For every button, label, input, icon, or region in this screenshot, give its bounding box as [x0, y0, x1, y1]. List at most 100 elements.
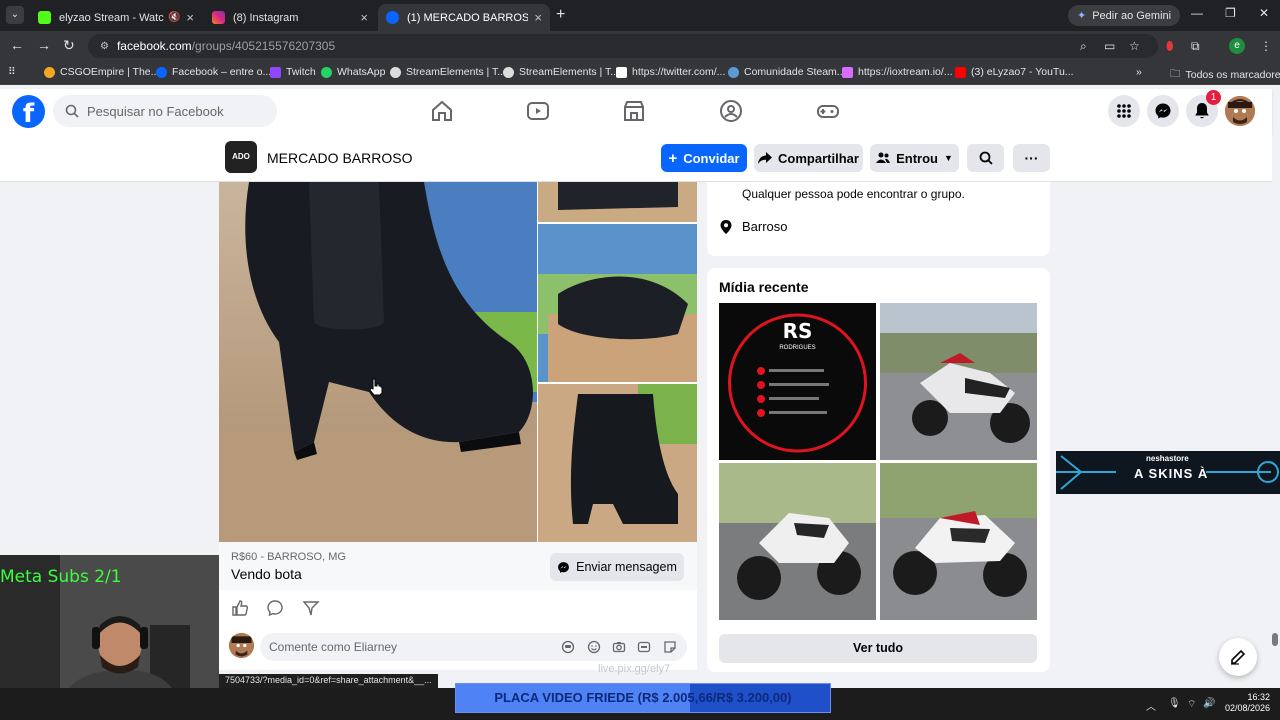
gaming-icon[interactable]: [816, 99, 840, 123]
apps-grid-icon[interactable]: ⠿: [8, 66, 16, 78]
avatar-sticker-icon[interactable]: [561, 640, 575, 654]
tab-close-icon[interactable]: ×: [360, 10, 368, 25]
tab-close-icon[interactable]: ×: [534, 10, 542, 25]
invite-button[interactable]: + Convidar: [661, 144, 747, 172]
send-message-button[interactable]: Enviar mensagem: [550, 553, 684, 581]
home-icon[interactable]: [430, 99, 454, 123]
speaker-icon[interactable]: 🔊: [1203, 698, 1215, 709]
media-thumb-promo[interactable]: RS RODRIGUES: [719, 303, 876, 460]
tab-close-icon[interactable]: ×: [186, 10, 194, 25]
camera-icon[interactable]: [612, 640, 626, 654]
caret-down-icon: ▼: [943, 153, 953, 163]
promo-flyer-image: RS RODRIGUES: [719, 303, 876, 460]
bookmark-label: https://ioxtream.io/...: [858, 66, 953, 78]
bookmark-ioxtream[interactable]: https://ioxtream.io/...: [842, 66, 953, 78]
minimize-icon[interactable]: —: [1191, 6, 1203, 20]
group-search-button[interactable]: [967, 144, 1004, 172]
all-bookmarks-folder[interactable]: 🗀 Todos os marcadores: [1170, 66, 1280, 84]
facebook-logo[interactable]: f: [12, 95, 45, 128]
facebook-top-nav: f Pesquisar no Facebook: [0, 89, 1272, 134]
more-options-button[interactable]: ···: [1013, 144, 1050, 172]
post-thumb-photo-1[interactable]: [538, 182, 697, 222]
chrome-profile-avatar[interactable]: e: [1229, 38, 1245, 54]
omnibox-url-input[interactable]: ⚙ facebook.com/groups/405215576207305: [88, 34, 1158, 58]
gemini-label: Pedir ao Gemini: [1092, 9, 1172, 22]
extension-icon[interactable]: ⬮: [1166, 39, 1174, 54]
tab-mercado-barroso[interactable]: (1) MERCADO BARROSO | Facebook ×: [378, 4, 550, 31]
bookmark-star-icon[interactable]: ☆: [1129, 39, 1140, 53]
share-icon[interactable]: [302, 599, 320, 617]
grid-icon: [1117, 104, 1131, 118]
bookmark-facebook[interactable]: Facebook – entre o...: [156, 66, 271, 78]
search-placeholder: Pesquisar no Facebook: [87, 103, 224, 119]
plus-icon: +: [668, 149, 678, 167]
group-location: Barroso: [742, 219, 788, 234]
microphone-icon[interactable]: 🎙: [1168, 698, 1181, 709]
new-message-button[interactable]: [1219, 638, 1257, 676]
bookmark-whatsapp[interactable]: WhatsApp: [321, 66, 385, 78]
tab-search-button[interactable]: ⌄: [6, 6, 24, 24]
avatar-face-icon: [229, 633, 254, 658]
commenter-avatar[interactable]: [229, 633, 254, 658]
bookmark-twitter[interactable]: https://twitter.com/...: [616, 66, 725, 78]
bookmark-streamelements-1[interactable]: StreamElements | T...: [390, 66, 506, 78]
gemini-button[interactable]: ✦ Pedir ao Gemini: [1068, 5, 1181, 26]
facebook-search-input[interactable]: Pesquisar no Facebook: [53, 95, 277, 127]
extensions-puzzle-icon[interactable]: ⧉: [1191, 39, 1200, 54]
bookmark-twitch[interactable]: Twitch: [270, 66, 316, 78]
post-thumb-photo-2[interactable]: [538, 224, 697, 382]
site-info-icon[interactable]: ⚙: [100, 41, 109, 52]
menu-grid-button[interactable]: [1108, 95, 1140, 127]
back-arrow-icon[interactable]: ←: [10, 37, 24, 53]
bookmark-youtube[interactable]: (3) eLyzao7 - YouTu...: [955, 66, 1074, 78]
zoom-icon[interactable]: ⌕: [1080, 39, 1087, 54]
media-thumb-motorcycle-1[interactable]: [880, 303, 1037, 460]
sticker-icon[interactable]: [663, 640, 677, 654]
media-thumb-motorcycle-3[interactable]: [880, 463, 1037, 620]
group-thumbnail[interactable]: ADO ROSO: [225, 141, 257, 173]
post-title[interactable]: Vendo bota: [231, 566, 302, 582]
bookmark-steam[interactable]: Comunidade Steam...: [728, 66, 846, 78]
like-icon[interactable]: [231, 599, 249, 617]
share-arrow-icon: [758, 152, 773, 164]
reload-icon[interactable]: ↻: [63, 37, 75, 54]
page-scrollbar-thumb[interactable]: [1272, 633, 1278, 646]
gif-icon[interactable]: [637, 640, 651, 654]
groups-icon[interactable]: [719, 99, 743, 123]
marketplace-icon[interactable]: [622, 99, 646, 123]
messenger-button[interactable]: [1147, 95, 1179, 127]
comment-icon[interactable]: [266, 599, 284, 617]
gemini-icon: ✦: [1077, 10, 1087, 22]
chrome-menu-icon[interactable]: ⋮: [1260, 39, 1272, 53]
bookmarks-overflow-button[interactable]: »: [1136, 66, 1142, 78]
ioxtream-icon: [842, 66, 853, 78]
emoji-icon[interactable]: [587, 640, 601, 654]
joined-dropdown-button[interactable]: Entrou ▼: [870, 144, 959, 172]
cast-icon[interactable]: ▭: [1104, 39, 1115, 53]
see-all-button[interactable]: Ver tudo: [719, 634, 1037, 663]
mute-icon[interactable]: 🔇: [168, 12, 180, 23]
tab-elyzao-stream[interactable]: elyzao Stream - Watch Live 🔇 ×: [30, 4, 202, 31]
group-name[interactable]: MERCADO BARROSO: [267, 150, 412, 166]
video-icon[interactable]: [526, 99, 550, 123]
tab-instagram[interactable]: (8) Instagram ×: [204, 4, 376, 31]
post-main-photo[interactable]: [219, 182, 537, 542]
bookmark-label: Facebook – entre o...: [172, 66, 272, 78]
meta-subs-counter: Meta Subs 2/1: [0, 567, 122, 587]
tray-chevron-icon[interactable]: ︿: [1146, 698, 1156, 713]
taskbar-clock[interactable]: 16:32 02/08/2026: [1225, 692, 1270, 714]
share-button[interactable]: Compartilhar: [754, 144, 863, 172]
profile-avatar[interactable]: [1225, 96, 1255, 126]
new-tab-button[interactable]: +: [556, 6, 565, 24]
invite-label: Convidar: [683, 150, 740, 166]
bookmark-streamelements-2[interactable]: StreamElements | T...: [503, 66, 619, 78]
media-thumb-motorcycle-2[interactable]: [719, 463, 876, 620]
network-icon[interactable]: ⌔: [1187, 698, 1196, 711]
close-window-icon[interactable]: ✕: [1259, 6, 1269, 20]
forward-arrow-icon[interactable]: →: [37, 37, 51, 53]
compose-pencil-icon: [1231, 649, 1246, 665]
boot-photo-image: [538, 224, 697, 382]
bookmark-csgoempire[interactable]: CSGOEmpire | The...: [44, 66, 159, 78]
restore-icon[interactable]: ❐: [1225, 6, 1236, 20]
post-thumb-photo-3[interactable]: [538, 384, 697, 542]
